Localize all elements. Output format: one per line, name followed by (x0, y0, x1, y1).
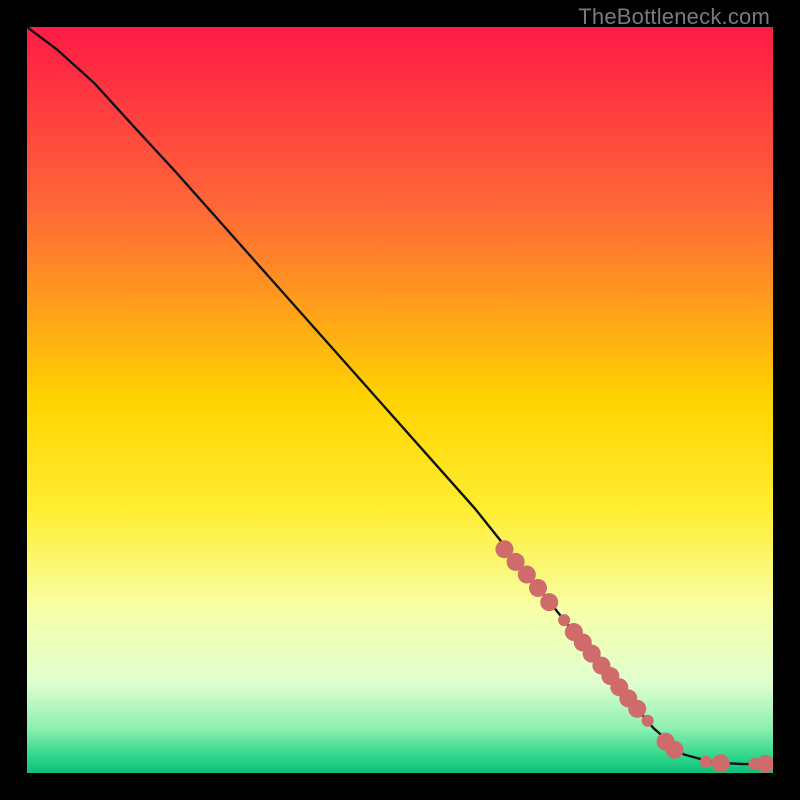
chart-stage: TheBottleneck.com (0, 0, 800, 800)
marker-dot (642, 715, 654, 727)
plot-area (27, 27, 773, 773)
marker-dot (558, 614, 570, 626)
highlight-dots (495, 540, 773, 773)
marker-dot (712, 754, 730, 772)
curve-layer (27, 27, 773, 773)
watermark-text: TheBottleneck.com (578, 4, 770, 30)
marker-dot (540, 593, 558, 611)
marker-dot (757, 755, 773, 773)
marker-dot (700, 756, 712, 768)
marker-dot (666, 741, 684, 759)
marker-dot (529, 579, 547, 597)
bottleneck-curve (27, 27, 773, 764)
marker-dot (628, 700, 646, 718)
